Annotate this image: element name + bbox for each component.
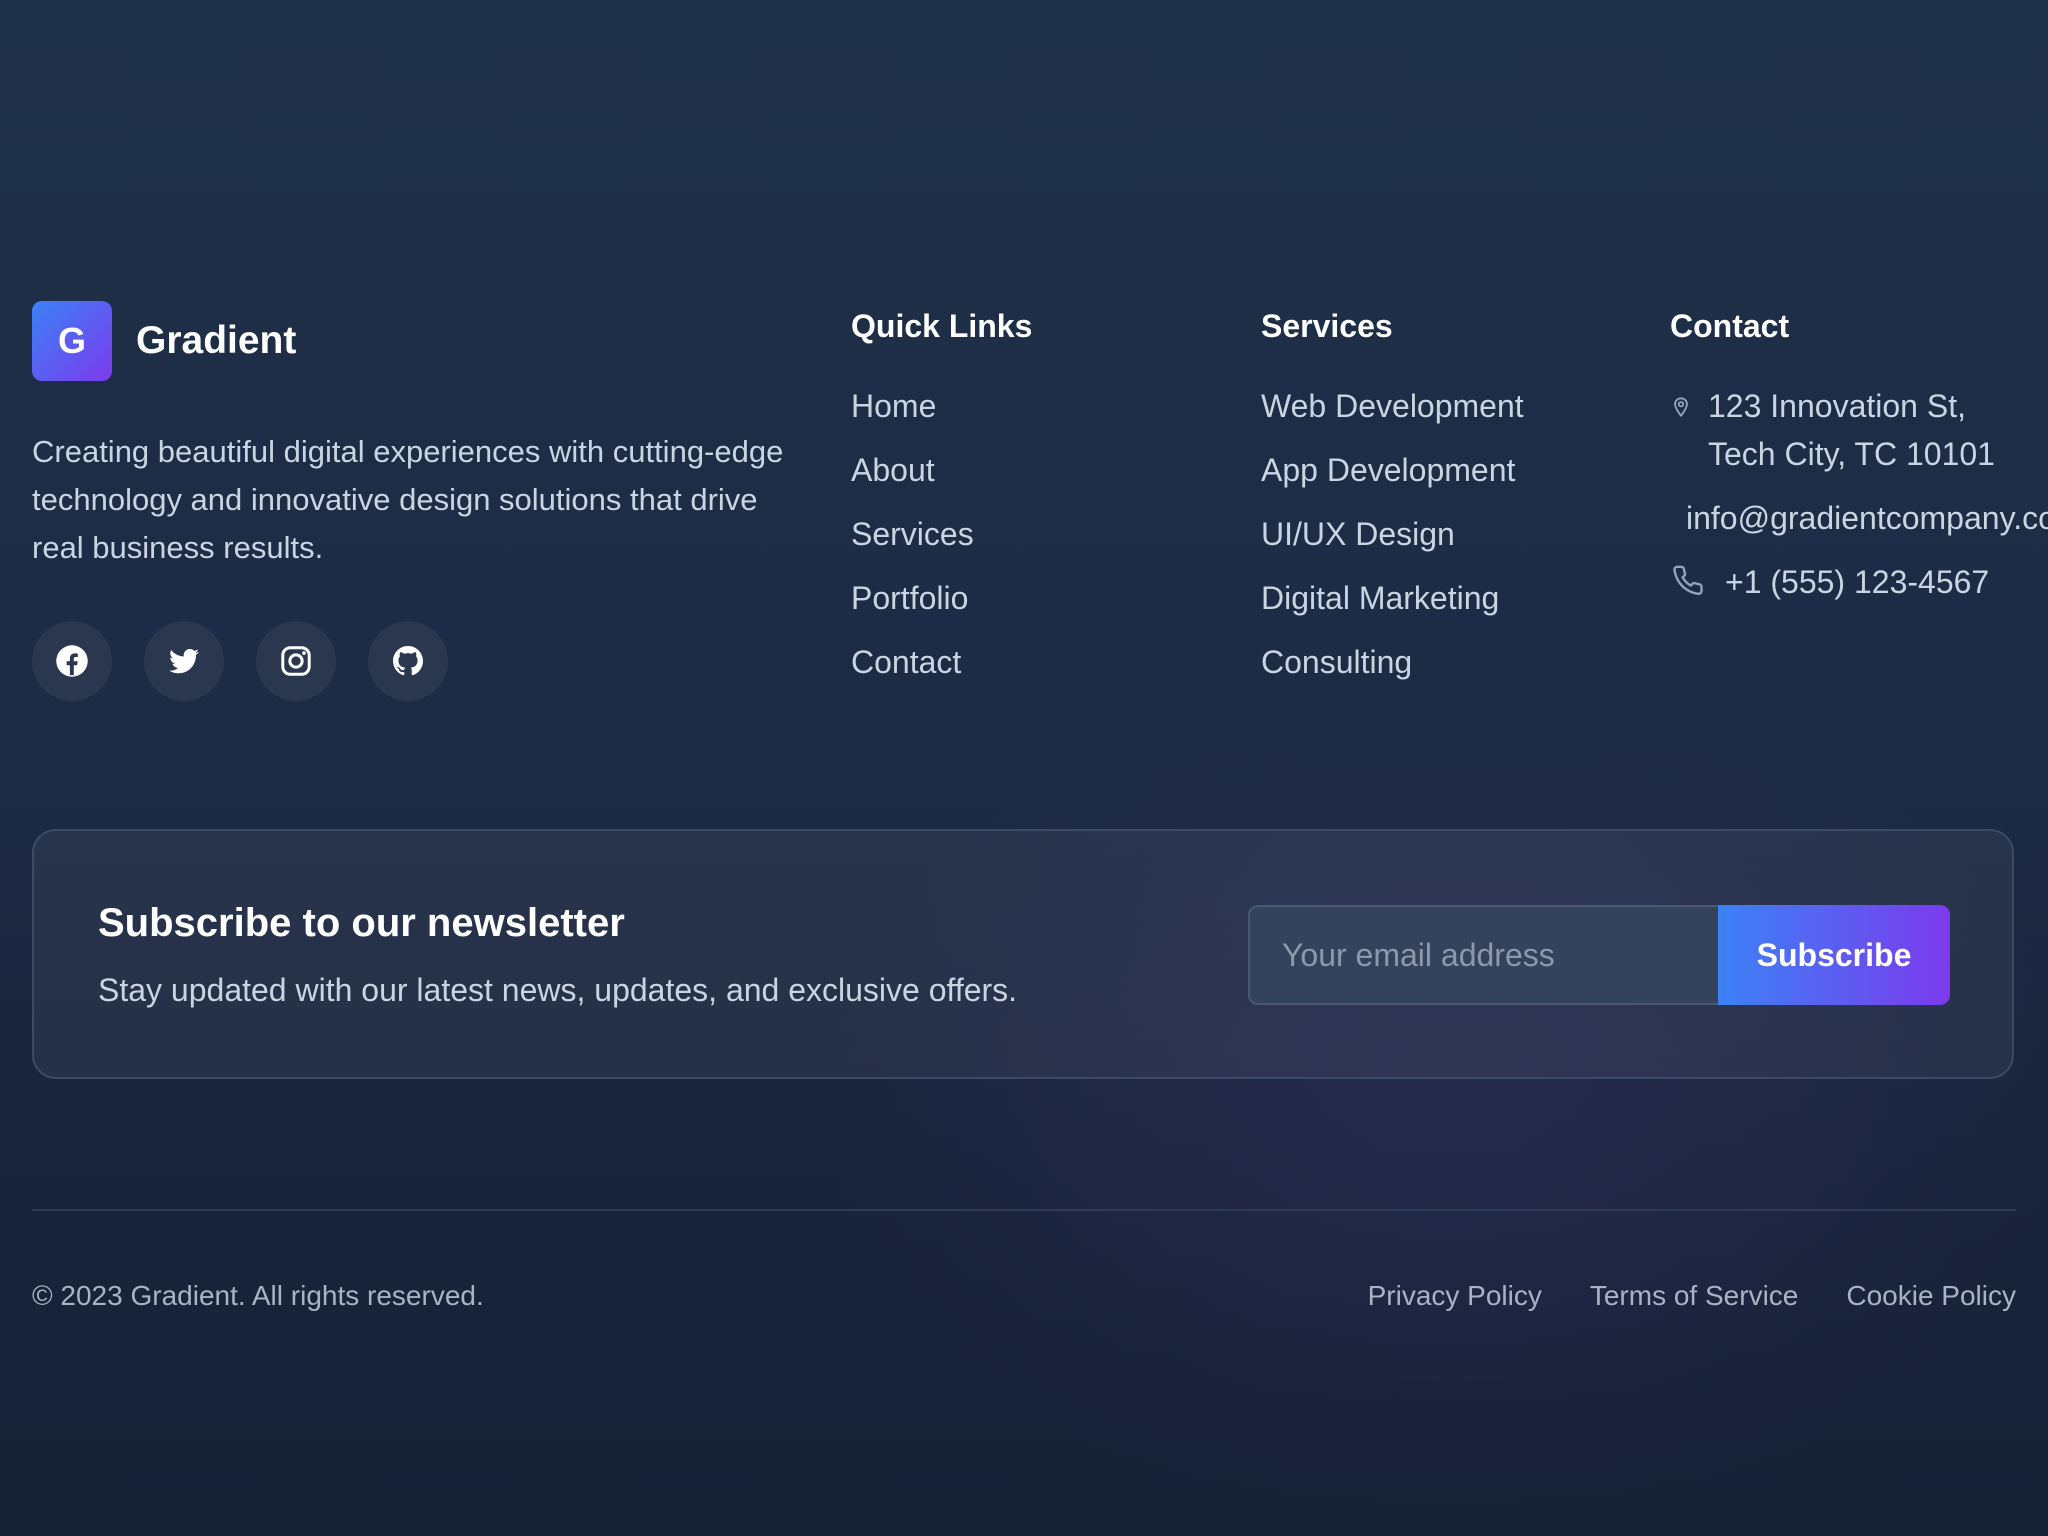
cookie-policy-link[interactable]: Cookie Policy — [1846, 1276, 2016, 1316]
service-link-ui-ux-design[interactable]: UI/UX Design — [1261, 514, 1455, 554]
instagram-icon — [281, 646, 311, 676]
service-link-digital-marketing[interactable]: Digital Marketing — [1261, 578, 1499, 618]
service-link-app-development[interactable]: App Development — [1261, 450, 1515, 490]
subscribe-button[interactable]: Subscribe — [1718, 905, 1950, 1005]
twitter-button[interactable] — [144, 621, 224, 701]
quick-link-home[interactable]: Home — [851, 386, 936, 426]
contact-address-line1: 123 Innovation St, — [1708, 388, 1966, 424]
legal-links: Privacy Policy Terms of Service Cookie P… — [1368, 1276, 2016, 1316]
brand-logo[interactable]: G — [32, 301, 112, 381]
social-links — [32, 621, 448, 701]
contact-address-line2: Tech City, TC 10101 — [1708, 436, 1995, 472]
service-link-web-development[interactable]: Web Development — [1261, 386, 1524, 426]
newsletter-email-input[interactable] — [1248, 905, 1720, 1005]
contact-heading: Contact — [1670, 308, 1790, 344]
quick-link-services[interactable]: Services — [851, 514, 974, 554]
brand-description: Creating beautiful digital experiences w… — [32, 434, 784, 565]
newsletter-subtitle: Stay updated with our latest news, updat… — [98, 972, 1018, 1008]
footer-divider — [32, 1209, 2016, 1211]
contact-email[interactable]: info@gradientcompany.com — [1686, 494, 2048, 542]
copyright-text: © 2023 Gradient. All rights reserved. — [32, 1280, 484, 1311]
contact-phone[interactable]: +1 (555) 123-4567 — [1725, 558, 1989, 606]
quick-links-heading: Quick Links — [851, 308, 1033, 344]
brand-logo-letter: G — [57, 320, 86, 361]
instagram-button[interactable] — [256, 621, 336, 701]
brand-name[interactable]: Gradient — [136, 316, 296, 366]
map-pin-icon — [1674, 397, 1688, 418]
newsletter-title: Subscribe to our newsletter — [98, 901, 625, 945]
github-button[interactable] — [368, 621, 448, 701]
facebook-button[interactable] — [32, 621, 112, 701]
terms-of-service-link[interactable]: Terms of Service — [1590, 1276, 1799, 1316]
facebook-icon — [56, 645, 88, 677]
quick-link-about[interactable]: About — [851, 450, 935, 490]
service-link-consulting[interactable]: Consulting — [1261, 642, 1412, 682]
quick-link-portfolio[interactable]: Portfolio — [851, 578, 968, 618]
phone-icon — [1673, 565, 1703, 595]
contact-email-wrapper: info@gradientcompany.com — [1686, 494, 2048, 542]
privacy-policy-link[interactable]: Privacy Policy — [1368, 1276, 1542, 1316]
twitter-icon — [169, 648, 199, 674]
quick-link-contact[interactable]: Contact — [851, 642, 961, 682]
services-heading: Services — [1261, 308, 1393, 344]
github-icon — [393, 646, 423, 676]
